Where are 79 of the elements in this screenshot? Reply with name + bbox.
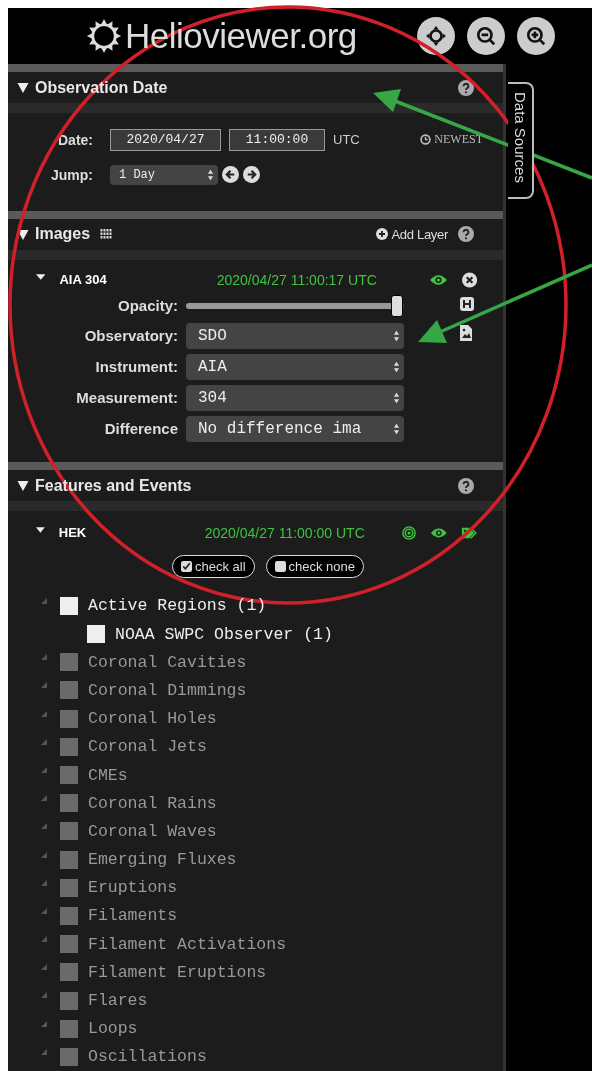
event-type-label[interactable]: NOAA SWPC Observer (1): [115, 624, 333, 644]
expand-arrow-icon[interactable]: [41, 795, 47, 802]
dropdown[interactable]: 304: [186, 384, 404, 411]
eye-icon[interactable]: [428, 273, 448, 286]
field-label: Instrument:: [94, 358, 178, 376]
empty-box-icon: [274, 560, 286, 572]
check-none-button[interactable]: check none: [265, 554, 365, 578]
time-field[interactable]: 11:00:00: [229, 128, 325, 151]
field-label: Opacity:: [117, 297, 178, 315]
help-icon[interactable]: [458, 477, 474, 494]
checked-box-icon: [180, 560, 192, 572]
clock-icon: [420, 134, 432, 146]
zoom-in-icon: [524, 25, 547, 47]
date-field[interactable]: 2020/04/27: [110, 128, 221, 151]
grid-icon[interactable]: [100, 229, 114, 240]
image-file-icon[interactable]: [459, 323, 473, 342]
center-view-button[interactable]: [416, 17, 455, 55]
up-down-arrows-icon: [393, 360, 400, 373]
expand-arrow-icon[interactable]: [41, 766, 47, 773]
up-down-arrows-icon: [207, 168, 214, 181]
field-label: Date:: [57, 131, 93, 148]
timezone-label: UTC: [333, 132, 360, 148]
collapse-arrow-icon[interactable]: [17, 480, 29, 491]
field-label: Jump:: [50, 166, 93, 183]
expand-arrow-icon[interactable]: [41, 907, 47, 914]
expand-arrow-icon[interactable]: [41, 654, 47, 661]
checkbox[interactable]: [87, 625, 105, 644]
section-title[interactable]: Images: [35, 225, 91, 244]
zoom-in-button[interactable]: [516, 17, 555, 55]
up-down-arrows-icon: [393, 391, 400, 404]
dropdown[interactable]: No difference ima: [186, 415, 404, 442]
expand-arrow-icon[interactable]: [41, 992, 47, 999]
check-all-button[interactable]: check all: [171, 554, 255, 578]
layer-timestamp: 2020/04/27 11:00:17 UTC: [216, 271, 378, 288]
expand-arrow-icon[interactable]: [41, 1020, 47, 1027]
field-label: Measurement:: [75, 389, 178, 407]
expand-arrow-icon[interactable]: [41, 964, 47, 971]
help-icon[interactable]: [458, 79, 474, 96]
field-label: Observatory:: [83, 327, 178, 345]
up-down-arrows-icon: [393, 422, 400, 435]
collapse-arrow-icon[interactable]: [36, 526, 45, 533]
sun-icon: [86, 18, 122, 54]
collapse-arrow-icon[interactable]: [36, 273, 46, 280]
add-layer-button[interactable]: Add Layer: [376, 226, 448, 242]
newest-link[interactable]: NEWEST: [420, 132, 483, 148]
help-icon[interactable]: [458, 226, 474, 243]
data-sources-tab[interactable]: Data Sources: [508, 82, 534, 199]
collapse-arrow-icon[interactable]: [17, 228, 29, 240]
close-icon[interactable]: [461, 271, 477, 288]
expand-arrow-icon[interactable]: [41, 823, 47, 830]
source-name[interactable]: HEK: [58, 525, 205, 541]
expand-arrow-icon[interactable]: [41, 738, 47, 745]
eye-icon[interactable]: [429, 526, 448, 539]
event-type-label[interactable]: Active Regions (1): [88, 596, 267, 616]
collapse-arrow-icon[interactable]: [17, 82, 29, 94]
checkbox[interactable]: [60, 596, 78, 615]
expand-arrow-icon[interactable]: [41, 936, 47, 943]
expand-arrow-icon[interactable]: [41, 1048, 47, 1055]
zoom-out-button[interactable]: [466, 17, 505, 55]
opacity-slider[interactable]: [186, 293, 404, 318]
expand-arrow-icon[interactable]: [41, 710, 47, 717]
slider-handle[interactable]: [391, 294, 404, 317]
dropdown[interactable]: AIA: [186, 353, 404, 380]
expand-arrow-icon[interactable]: [41, 851, 47, 858]
expand-arrow-icon[interactable]: [41, 597, 47, 604]
dropdown[interactable]: SDO: [186, 322, 404, 349]
layer-name[interactable]: AIA 304: [59, 272, 217, 288]
crosshair-icon: [424, 25, 447, 47]
source-timestamp: 2020/04/27 11:00:00 UTC: [204, 524, 366, 541]
jump-dropdown[interactable]: 1 Day: [110, 164, 218, 185]
field-label: Difference: [103, 420, 178, 438]
expand-arrow-icon[interactable]: [41, 879, 47, 886]
expand-arrow-icon[interactable]: [41, 682, 47, 689]
zoom-out-icon: [474, 25, 497, 47]
plus-icon: [376, 228, 389, 241]
target-icon[interactable]: [401, 524, 416, 541]
up-down-arrows-icon: [393, 329, 400, 342]
h-box-icon[interactable]: [459, 295, 475, 312]
tag-icon[interactable]: [461, 525, 477, 540]
